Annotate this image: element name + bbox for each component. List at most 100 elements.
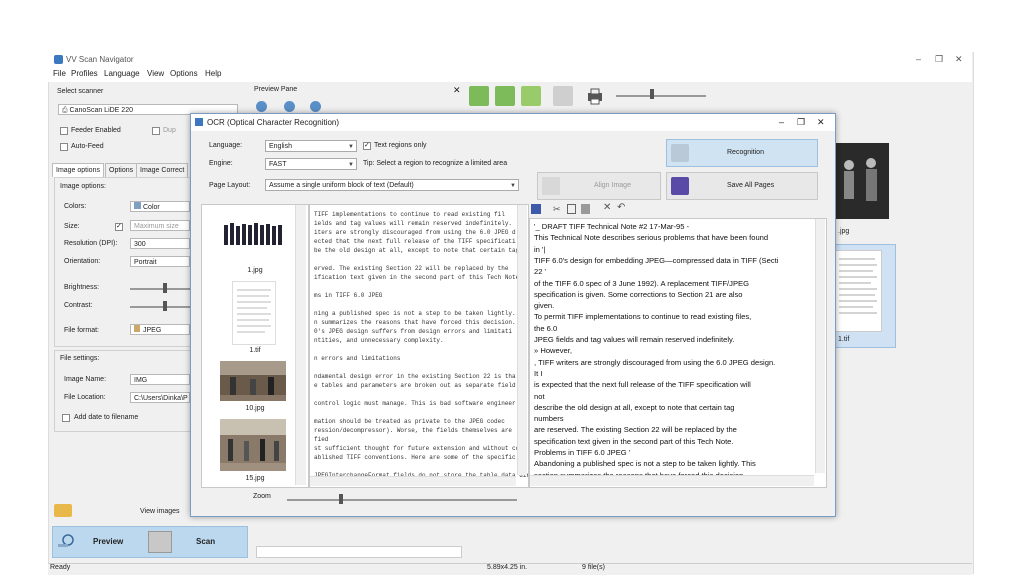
contrast-slider[interactable] xyxy=(130,306,190,308)
zoom-slider-thumb[interactable] xyxy=(339,494,343,504)
desktop-background xyxy=(0,0,1020,50)
image-list-scrollbar[interactable] xyxy=(295,205,306,485)
thumb-size-slider[interactable] xyxy=(616,95,706,97)
source-text-line: TIFF implementations to continue to read… xyxy=(314,211,505,218)
menu-view[interactable]: View xyxy=(147,69,164,78)
maximize-icon[interactable]: ❐ xyxy=(935,54,943,65)
zoom-label: Zoom xyxy=(253,493,271,500)
source-text-line: iters are strongly discouraged from usin… xyxy=(314,229,516,236)
image-thumb-1jpg[interactable] xyxy=(220,213,286,263)
source-text-line: e tables and parameters are broken out a… xyxy=(314,382,516,389)
autofeed-label: Auto-Feed xyxy=(71,143,104,150)
contrast-label: Contrast: xyxy=(64,302,93,309)
view-images-link[interactable]: View images xyxy=(140,508,180,515)
source-text-line: ression/decompressor). Worse, the fields… xyxy=(314,427,513,434)
file-settings-label: File settings: xyxy=(60,355,100,362)
recognized-text-line: Abandoning a published spec is not a ste… xyxy=(534,459,756,469)
zoom-fit-icon[interactable] xyxy=(310,101,321,112)
paste-icon[interactable] xyxy=(581,204,590,214)
page-layout-select[interactable]: Assume a single uniform block of text (D… xyxy=(265,179,519,191)
zoom-out-icon[interactable] xyxy=(284,101,295,112)
fileformat-select[interactable]: JPEG xyxy=(130,324,190,335)
text-regions-checkbox[interactable]: ✓ xyxy=(363,142,371,150)
save-all-label: Save All Pages xyxy=(727,182,775,189)
ocr-close-icon[interactable]: ✕ xyxy=(817,117,825,128)
autofeed-checkbox[interactable] xyxy=(60,143,68,151)
preview-button[interactable]: Preview xyxy=(93,537,123,546)
save-text-icon[interactable] xyxy=(531,204,541,214)
text-hscrollbar[interactable] xyxy=(530,475,814,486)
thumb-size-slider-thumb[interactable] xyxy=(650,89,654,99)
duplex-checkbox[interactable] xyxy=(152,127,160,135)
ocr-text-output[interactable]: '_ DRAFT TIFF Technical Note #2 17-Mar-9… xyxy=(529,218,827,488)
save-all-pages-button[interactable]: Save All Pages xyxy=(666,172,818,200)
language-select[interactable]: English ▼ xyxy=(265,140,357,152)
colors-select[interactable]: Color xyxy=(130,201,190,212)
scanner-value: CanoScan LiDE 220 xyxy=(69,107,133,114)
duplex-label: Dup xyxy=(163,127,176,134)
scan-button[interactable]: Scan xyxy=(196,537,215,546)
source-text-line: st sufficient thought for future extensi… xyxy=(314,445,520,452)
tab-options[interactable]: Options xyxy=(105,163,138,177)
close-icon[interactable]: ✕ xyxy=(955,54,963,65)
ocr-source-image[interactable]: TIFF implementations to continue to read… xyxy=(309,204,529,488)
menu-help[interactable]: Help xyxy=(205,69,221,78)
brightness-slider[interactable] xyxy=(130,288,190,290)
delete-icon[interactable]: ✕ xyxy=(603,202,611,213)
zoom-in-icon[interactable] xyxy=(256,101,267,112)
options-tabs: Image options Options Image Correct xyxy=(52,163,192,177)
tab-image-options[interactable]: Image options xyxy=(52,163,104,177)
source-text-line: ification text given in the second part … xyxy=(314,274,523,281)
add-page-icon[interactable] xyxy=(469,86,489,106)
source-hscrollbar[interactable] xyxy=(310,476,516,486)
size-select[interactable]: Maximum size xyxy=(130,220,190,231)
edit-page-icon[interactable] xyxy=(521,86,541,106)
image-thumb-1tif[interactable] xyxy=(232,281,276,345)
preview-hscrollbar[interactable] xyxy=(256,546,462,558)
menu-profiles[interactable]: Profiles xyxy=(71,69,98,78)
menu-file[interactable]: File xyxy=(53,69,66,78)
adddate-checkbox[interactable] xyxy=(62,414,70,422)
printer-icon[interactable] xyxy=(585,86,605,106)
image-thumb-10jpg[interactable] xyxy=(220,361,286,401)
text-vscrollbar[interactable] xyxy=(815,219,825,473)
folder-icon[interactable] xyxy=(54,504,72,517)
menu-language[interactable]: Language xyxy=(104,69,140,78)
chevron-down-icon: ▼ xyxy=(510,183,516,189)
ocr-minimize-icon[interactable]: – xyxy=(779,117,784,127)
orientation-select[interactable]: Portrait xyxy=(130,256,190,267)
source-vscrollbar[interactable] xyxy=(517,205,527,475)
align-image-button[interactable]: Align Image xyxy=(537,172,661,200)
engine-select[interactable]: FAST ▼ xyxy=(265,158,357,170)
image-thumb-15jpg[interactable] xyxy=(220,419,286,471)
thumbnail-photo[interactable] xyxy=(833,143,889,219)
recognized-text-line: given. xyxy=(534,301,555,311)
recognized-text-line: '_ DRAFT TIFF Technical Note #2 17-Mar-9… xyxy=(534,222,690,231)
undo-icon[interactable]: ↶ xyxy=(617,202,625,213)
recognition-button[interactable]: Recognition xyxy=(666,139,818,167)
ocr-maximize-icon[interactable]: ❐ xyxy=(797,117,805,128)
resolution-select[interactable]: 300 xyxy=(130,238,190,249)
disabled-tool-icon[interactable] xyxy=(553,86,573,106)
filelocation-input[interactable]: C:\Users\Dinka\P xyxy=(130,392,190,403)
preview-pane-close-icon[interactable]: ✕ xyxy=(453,85,461,96)
contrast-slider-thumb[interactable] xyxy=(163,301,167,311)
cut-icon[interactable]: ✂ xyxy=(553,204,561,215)
tab-image-correct[interactable]: Image Correct xyxy=(136,163,189,177)
brightness-slider-thumb[interactable] xyxy=(163,283,167,293)
recognized-text-line: not xyxy=(534,391,545,401)
imagename-input[interactable]: IMG xyxy=(130,374,190,385)
adddate-label: Add date to filename xyxy=(74,414,139,421)
scan-icon[interactable] xyxy=(148,531,172,553)
recognition-label: Recognition xyxy=(727,149,764,156)
menu-options[interactable]: Options xyxy=(170,69,198,78)
feeder-checkbox[interactable] xyxy=(60,127,68,135)
size-checkbox[interactable]: ✓ xyxy=(115,223,123,231)
engine-label: Engine: xyxy=(209,160,233,167)
remove-page-icon[interactable] xyxy=(495,86,515,106)
recognized-text-line: are reserved. The existing Section 22 wi… xyxy=(534,425,737,435)
minimize-icon[interactable]: – xyxy=(916,54,921,64)
preview-icon[interactable] xyxy=(56,532,76,550)
zoom-slider[interactable] xyxy=(287,499,517,501)
copy-icon[interactable] xyxy=(567,204,576,214)
